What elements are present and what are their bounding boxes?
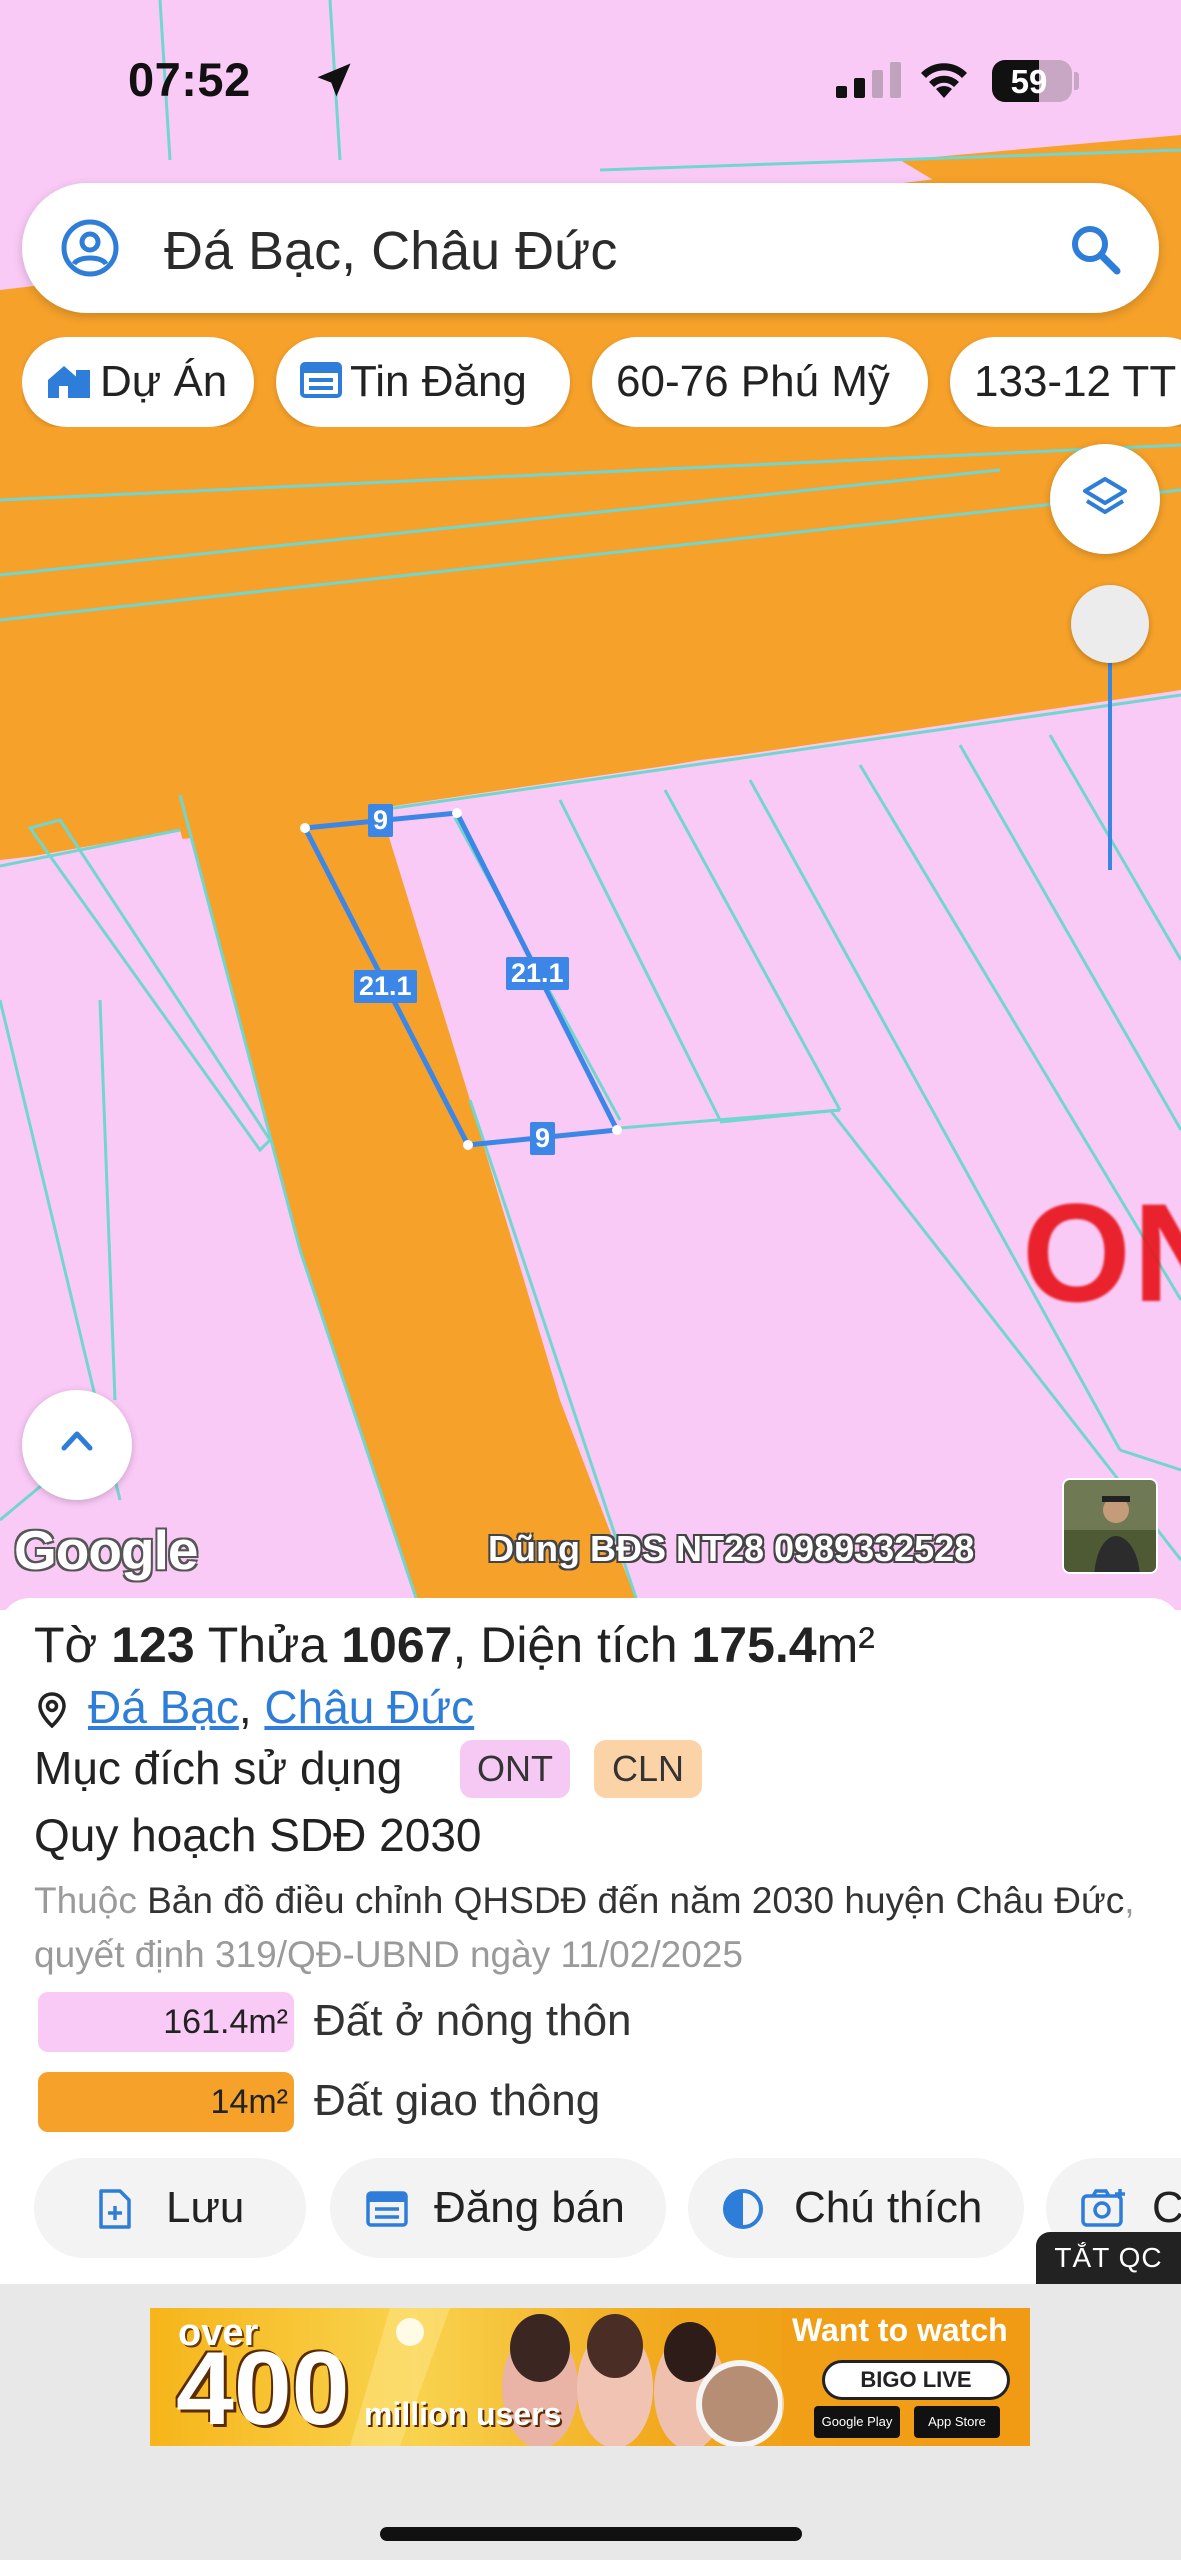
ad-area: over 400 million users Want to watch BIG… [0,2284,1181,2560]
opacity-slider-handle[interactable] [1071,585,1149,663]
plan-desc-main: Bản đồ điều chỉnh QHSDĐ đến năm 2030 huy… [147,1880,1125,1921]
legend-area-badge: 161.4m² [38,1992,294,2052]
dimension-bottom: 9 [530,1122,556,1155]
home-indicator [380,2527,802,2541]
chip-du-an[interactable]: Dự Án [22,337,254,427]
google-play-badge: Google Play [814,2406,900,2438]
search-bar[interactable]: Đá Bạc, Châu Đức [22,183,1159,313]
save-label: Lưu [166,2183,245,2232]
map-view[interactable]: ON 9 21.1 21.1 9 07:52 59 [0,0,1181,1610]
chip-label: Tin Đăng [350,357,527,406]
battery-percent: 59 [1010,63,1048,100]
plan-description: Thuộc Bản đồ điều chỉnh QHSDĐ đến năm 20… [34,1874,1154,1982]
area-label: , Diện tích [452,1617,678,1673]
lot-label: Thửa [207,1617,328,1673]
signal-icon [836,62,901,98]
legend-button[interactable]: Chú thích [688,2158,1024,2258]
dimension-right: 21.1 [506,957,569,990]
legend-label: Đất giao thông [314,2076,601,2125]
expand-panel-button[interactable] [22,1390,132,1500]
ad-brand: BIGO LIVE [822,2360,1010,2400]
usage-tag-ont[interactable]: ONT [460,1740,570,1798]
chip-label: 60-76 Phú Mỹ [616,357,890,406]
area-unit: m² [816,1617,875,1673]
wifi-icon [921,63,967,98]
plan-title: Quy hoạch SDĐ 2030 [34,1809,482,1861]
ad-number: 400 [176,2331,350,2446]
layers-icon [1083,477,1127,514]
ad-banner[interactable]: over 400 million users Want to watch BIG… [150,2308,1030,2446]
ad-headline: Want to watch [792,2312,1008,2348]
app-store-badge: App Store [914,2406,1000,2438]
search-icon[interactable] [1067,221,1123,277]
dimension-top: 9 [368,804,394,837]
address-link-district[interactable]: Châu Đức [264,1681,474,1733]
address-row: Đá Bạc, Châu Đức [34,1680,474,1734]
legend-label: Chú thích [794,2183,983,2232]
listing-icon [300,362,342,399]
chip-label: Dự Án [100,357,228,406]
filter-chips: Dự Án Tin Đăng 60-76 Phú Mỹ 133-12 TT [22,337,1181,427]
dimension-left: 21.1 [354,970,417,1003]
ad-million-text: million users [364,2396,562,2432]
map-zone-label: ON [1022,1174,1181,1331]
ad-off-button[interactable]: TẮT QC [1036,2232,1181,2284]
area-value: 175.4 [691,1617,817,1673]
camera-icon [1081,2189,1125,2227]
battery-indicator: 59 [992,60,1072,102]
plan-desc-prefix: Thuộc [34,1880,137,1921]
action-buttons: Lưu Đăng bán Chú thích C [0,2152,1181,2258]
parcel-title: Tờ 123 Thửa 1067, Diện tích 175.4m² [34,1616,875,1674]
chevron-up-icon [61,1431,93,1451]
chip-label: 133-12 TT [974,357,1177,406]
avatar[interactable] [1062,1478,1158,1574]
sheet-number: 123 [111,1617,195,1673]
usage-tag-cln[interactable]: CLN [594,1740,702,1798]
map-watermark: Dũng BĐS NT28 0989332528 [488,1528,975,1569]
building-icon [48,366,90,399]
status-bar: 07:52 59 [0,0,1181,150]
legend-label: Đất ở nông thôn [314,1996,632,2045]
address-separator: , [238,1681,252,1733]
chip-133-12[interactable]: 133-12 TT [950,337,1181,427]
sheet-label: Tờ [34,1617,98,1673]
location-pin-icon [38,1692,66,1728]
save-button[interactable]: Lưu [34,2158,306,2258]
save-file-icon [99,2189,131,2229]
chip-tin-dang[interactable]: Tin Đăng [276,337,570,427]
post-sale-label: Đăng bán [434,2183,625,2232]
search-input[interactable]: Đá Bạc, Châu Đức [164,220,617,282]
location-arrow-icon [317,63,351,97]
user-account-icon[interactable] [60,218,120,278]
chip-phu-my[interactable]: 60-76 Phú Mỹ [592,337,928,427]
calendar-icon [366,2191,408,2227]
post-sale-button[interactable]: Đăng bán [330,2158,666,2258]
address-link-commune[interactable]: Đá Bạc [88,1681,239,1733]
layers-button[interactable] [1050,444,1160,554]
contrast-icon [723,2189,763,2229]
usage-label: Mục đích sử dụng [34,1742,403,1794]
legend-area-badge: 14m² [38,2072,294,2132]
status-time: 07:52 [128,53,251,106]
lot-number: 1067 [341,1617,453,1673]
google-logo: Google [14,1519,198,1581]
